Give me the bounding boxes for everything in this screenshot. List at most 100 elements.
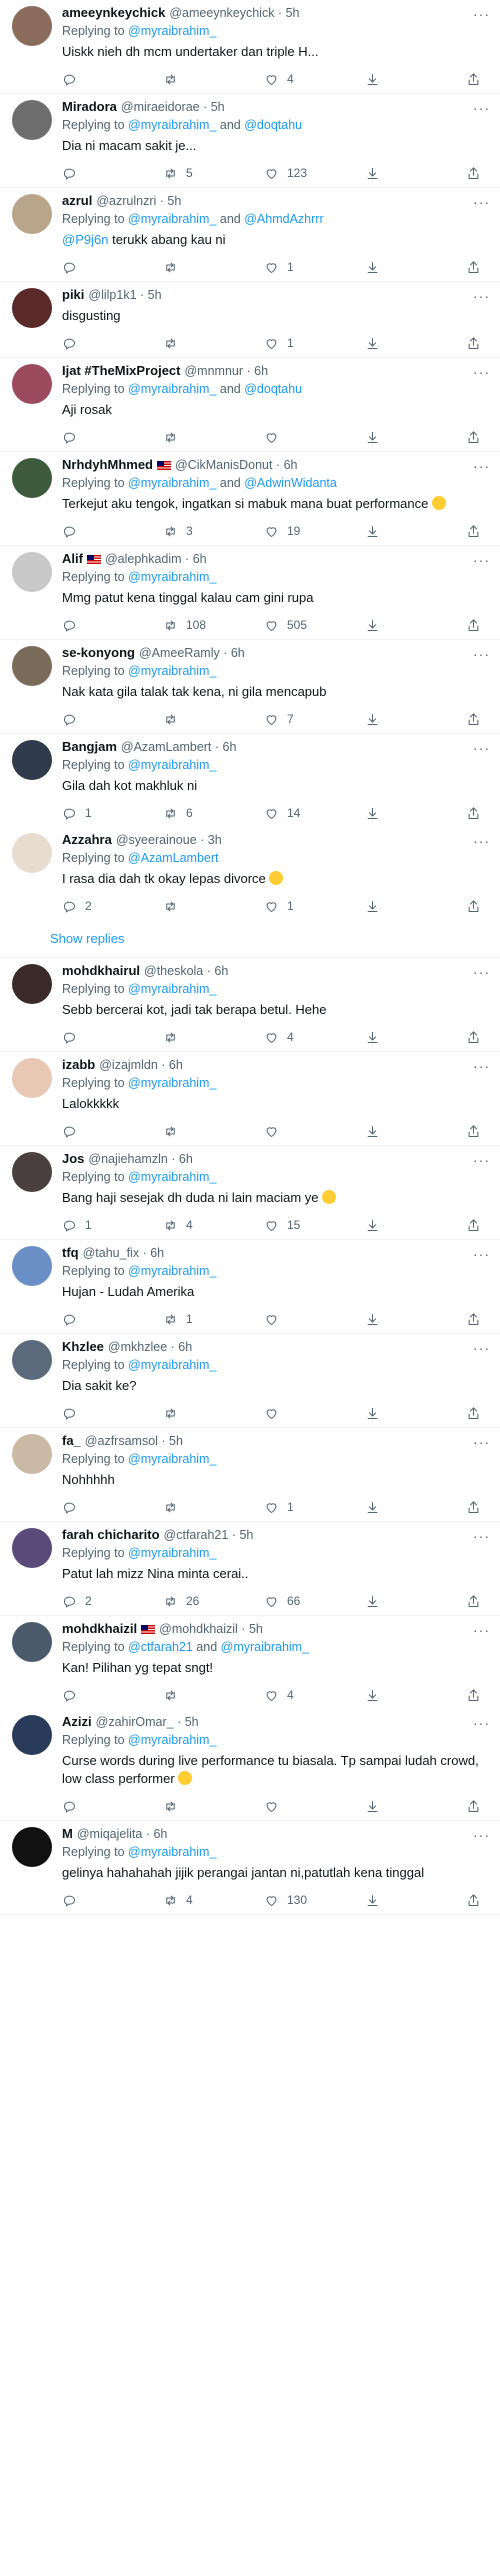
author-handle[interactable]: @miraeidorae (121, 100, 200, 114)
like-button[interactable]: 7 (264, 712, 324, 727)
share-button[interactable] (466, 166, 486, 181)
more-options-icon[interactable]: ··· (473, 1246, 490, 1262)
mention-link[interactable]: @myraibrahim_ (128, 212, 216, 226)
share-button[interactable] (466, 260, 486, 275)
retweet-button[interactable] (163, 1030, 223, 1045)
mention-link[interactable]: @myraibrahim_ (128, 664, 216, 678)
mention-link[interactable]: @myraibrahim_ (128, 1733, 216, 1747)
like-button[interactable] (264, 1799, 324, 1814)
mention-link[interactable]: @myraibrahim_ (128, 570, 216, 584)
reply-card[interactable]: ··· Miradora @miraeidorae · 5h Replying to … (0, 94, 500, 188)
like-button[interactable]: 15 (264, 1218, 324, 1233)
mention-link[interactable]: @AdwinWidanta (244, 476, 337, 490)
more-options-icon[interactable]: ··· (473, 1434, 490, 1450)
author-handle[interactable]: @theskola (144, 964, 203, 978)
author-handle[interactable]: @azfrsamsol (85, 1434, 158, 1448)
avatar[interactable] (12, 364, 52, 404)
avatar[interactable] (12, 288, 52, 328)
download-button[interactable] (365, 72, 425, 87)
author-name[interactable]: ameeynkeychick (62, 4, 165, 22)
mention-link[interactable]: @myraibrahim_ (128, 758, 216, 772)
author-name[interactable]: mohdkhairul (62, 962, 140, 980)
share-button[interactable] (466, 1124, 486, 1139)
author-name[interactable]: M (62, 1825, 73, 1843)
download-button[interactable] (365, 1500, 425, 1515)
reply-button[interactable] (62, 430, 122, 445)
mention-link[interactable]: @myraibrahim_ (128, 1076, 216, 1090)
author-handle[interactable]: @alephkadim (105, 552, 182, 566)
download-button[interactable] (365, 1893, 425, 1908)
timestamp[interactable]: 6h (178, 1340, 192, 1354)
mention-link[interactable]: @myraibrahim_ (128, 1546, 216, 1560)
share-button[interactable] (466, 524, 486, 539)
author-name[interactable]: NrhdyhMhmed (62, 456, 153, 474)
like-button[interactable]: 1 (264, 1500, 324, 1515)
mention-link[interactable]: @AzamLambert (128, 851, 219, 865)
author-name[interactable]: Ijat #TheMixProject (62, 362, 180, 380)
more-options-icon[interactable]: ··· (473, 100, 490, 116)
timestamp[interactable]: 6h (284, 458, 298, 472)
download-button[interactable] (365, 1218, 425, 1233)
author-handle[interactable]: @zahirOmar_ (96, 1715, 174, 1729)
reply-button[interactable] (62, 712, 122, 727)
share-button[interactable] (466, 1030, 486, 1045)
reply-card[interactable]: ··· M @miqajelita · 6h Replying to @myraibr… (0, 1821, 500, 1915)
retweet-button[interactable] (163, 336, 223, 351)
like-button[interactable] (264, 1312, 324, 1327)
reply-card[interactable]: ··· se-konyong @AmeeRamly · 6h Replying to … (0, 640, 500, 734)
mention-link[interactable]: @myraibrahim_ (128, 1264, 216, 1278)
avatar[interactable] (12, 1827, 52, 1867)
author-handle[interactable]: @CikManisDonut (175, 458, 272, 472)
download-button[interactable] (365, 899, 425, 914)
like-button[interactable]: 4 (264, 1688, 324, 1703)
more-options-icon[interactable]: ··· (473, 1622, 490, 1638)
mention-link[interactable]: @myraibrahim_ (128, 24, 216, 38)
retweet-button[interactable]: 3 (163, 524, 223, 539)
avatar[interactable] (12, 6, 52, 46)
retweet-button[interactable] (163, 430, 223, 445)
retweet-button[interactable]: 5 (163, 166, 223, 181)
like-button[interactable]: 1 (264, 899, 324, 914)
reply-button[interactable] (62, 1124, 122, 1139)
author-name[interactable]: Bangjam (62, 738, 117, 756)
timestamp[interactable]: 5h (169, 1434, 183, 1448)
reply-button[interactable]: 1 (62, 806, 122, 821)
timestamp[interactable]: 6h (223, 740, 237, 754)
timestamp[interactable]: 6h (231, 646, 245, 660)
timestamp[interactable]: 5h (148, 288, 162, 302)
share-button[interactable] (466, 712, 486, 727)
mention-link[interactable]: @myraibrahim_ (128, 382, 216, 396)
like-button[interactable] (264, 1406, 324, 1421)
reply-card[interactable]: ··· mohdkhairul @theskola · 6h Replying to … (0, 958, 500, 1052)
like-button[interactable]: 1 (264, 260, 324, 275)
retweet-button[interactable] (163, 1124, 223, 1139)
download-button[interactable] (365, 166, 425, 181)
reply-button[interactable] (62, 1688, 122, 1703)
download-button[interactable] (365, 618, 425, 633)
download-button[interactable] (365, 430, 425, 445)
more-options-icon[interactable]: ··· (473, 964, 490, 980)
retweet-button[interactable] (163, 1500, 223, 1515)
author-handle[interactable]: @miqajelita (77, 1827, 143, 1841)
mention-link[interactable]: @myraibrahim_ (128, 118, 216, 132)
retweet-button[interactable]: 26 (163, 1594, 223, 1609)
avatar[interactable] (12, 646, 52, 686)
retweet-button[interactable]: 1 (163, 1312, 223, 1327)
timestamp[interactable]: 5h (239, 1528, 253, 1542)
reply-button[interactable] (62, 1799, 122, 1814)
share-button[interactable] (466, 430, 486, 445)
author-name[interactable]: mohdkhaizil (62, 1620, 137, 1638)
avatar[interactable] (12, 833, 52, 873)
reply-button[interactable]: 2 (62, 1594, 122, 1609)
download-button[interactable] (365, 1688, 425, 1703)
like-button[interactable]: 4 (264, 1030, 324, 1045)
share-button[interactable] (466, 899, 486, 914)
mention-link[interactable]: @ctfarah21 (128, 1640, 193, 1654)
timestamp[interactable]: 6h (179, 1152, 193, 1166)
reply-button[interactable] (62, 524, 122, 539)
like-button[interactable]: 19 (264, 524, 324, 539)
more-options-icon[interactable]: ··· (473, 646, 490, 662)
reply-card[interactable]: ··· Azizi @zahirOmar_ · 5h Replying to @myr… (0, 1709, 500, 1821)
author-handle[interactable]: @lilp1k1 (88, 288, 136, 302)
author-handle[interactable]: @AzamLambert (121, 740, 212, 754)
